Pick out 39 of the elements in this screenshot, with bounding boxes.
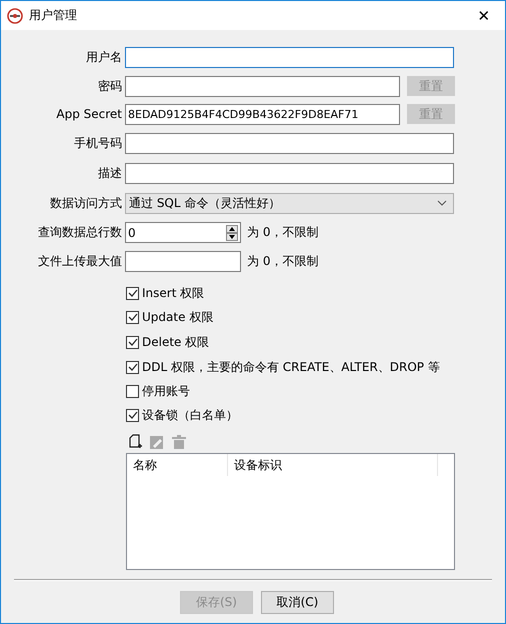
checkbox-label: 停用账号: [142, 382, 190, 400]
text-field[interactable]: [125, 162, 454, 184]
text-field[interactable]: [125, 250, 241, 272]
column-header[interactable]: 设备标识: [228, 454, 438, 476]
new-file-icon[interactable]: [129, 434, 143, 450]
field-label: 数据访问方式: [49, 194, 123, 212]
checkbox[interactable]: [126, 310, 139, 324]
checkbox[interactable]: [126, 384, 139, 398]
field-label: 描述: [97, 164, 123, 182]
checkbox[interactable]: [126, 360, 139, 374]
checkbox[interactable]: [126, 408, 139, 422]
checkbox-label: DDL 权限，主要的命令有 CREATE、ALTER、DROP 等: [142, 358, 440, 376]
hint-text: 为 0，不限制: [247, 252, 318, 270]
checkbox-label: Delete 权限: [142, 334, 210, 350]
app-logo-icon: [7, 8, 23, 24]
window-title: 用户管理: [29, 7, 78, 24]
row-count-spinner[interactable]: 0: [125, 222, 241, 243]
hint-text: 为 0，不限制: [247, 224, 318, 241]
column-header[interactable]: 名称: [127, 454, 228, 476]
checkbox[interactable]: [126, 286, 139, 300]
chevron-down-icon: [437, 200, 447, 206]
text-field[interactable]: 8EDAD9125B4F4CD99B43622F9D8EAF71: [125, 104, 400, 124]
access-mode-dropdown[interactable]: 通过 SQL 命令（灵活性好）: [125, 192, 454, 214]
field-label: 密码: [97, 78, 123, 94]
field-label: 文件上传最大值: [37, 252, 123, 270]
field-label: App Secret: [55, 107, 123, 121]
checkbox-label: Update 权限: [142, 308, 214, 326]
text-field[interactable]: [125, 132, 454, 154]
checkbox[interactable]: [126, 336, 139, 348]
close-button[interactable]: ✕: [469, 2, 499, 30]
text-field[interactable]: [125, 46, 454, 68]
spinner-arrows-icon[interactable]: [226, 224, 238, 240]
field-label: 查询数据总行数: [37, 224, 123, 241]
checkbox-label: 设备锁（白名单）: [142, 406, 238, 424]
field-label: 用户名: [85, 48, 123, 66]
cancel-button[interactable]: 取消(C): [261, 591, 334, 614]
field-label: 手机号码: [73, 134, 123, 152]
text-field[interactable]: [125, 76, 400, 96]
checkbox-label: Insert 权限: [142, 284, 204, 302]
